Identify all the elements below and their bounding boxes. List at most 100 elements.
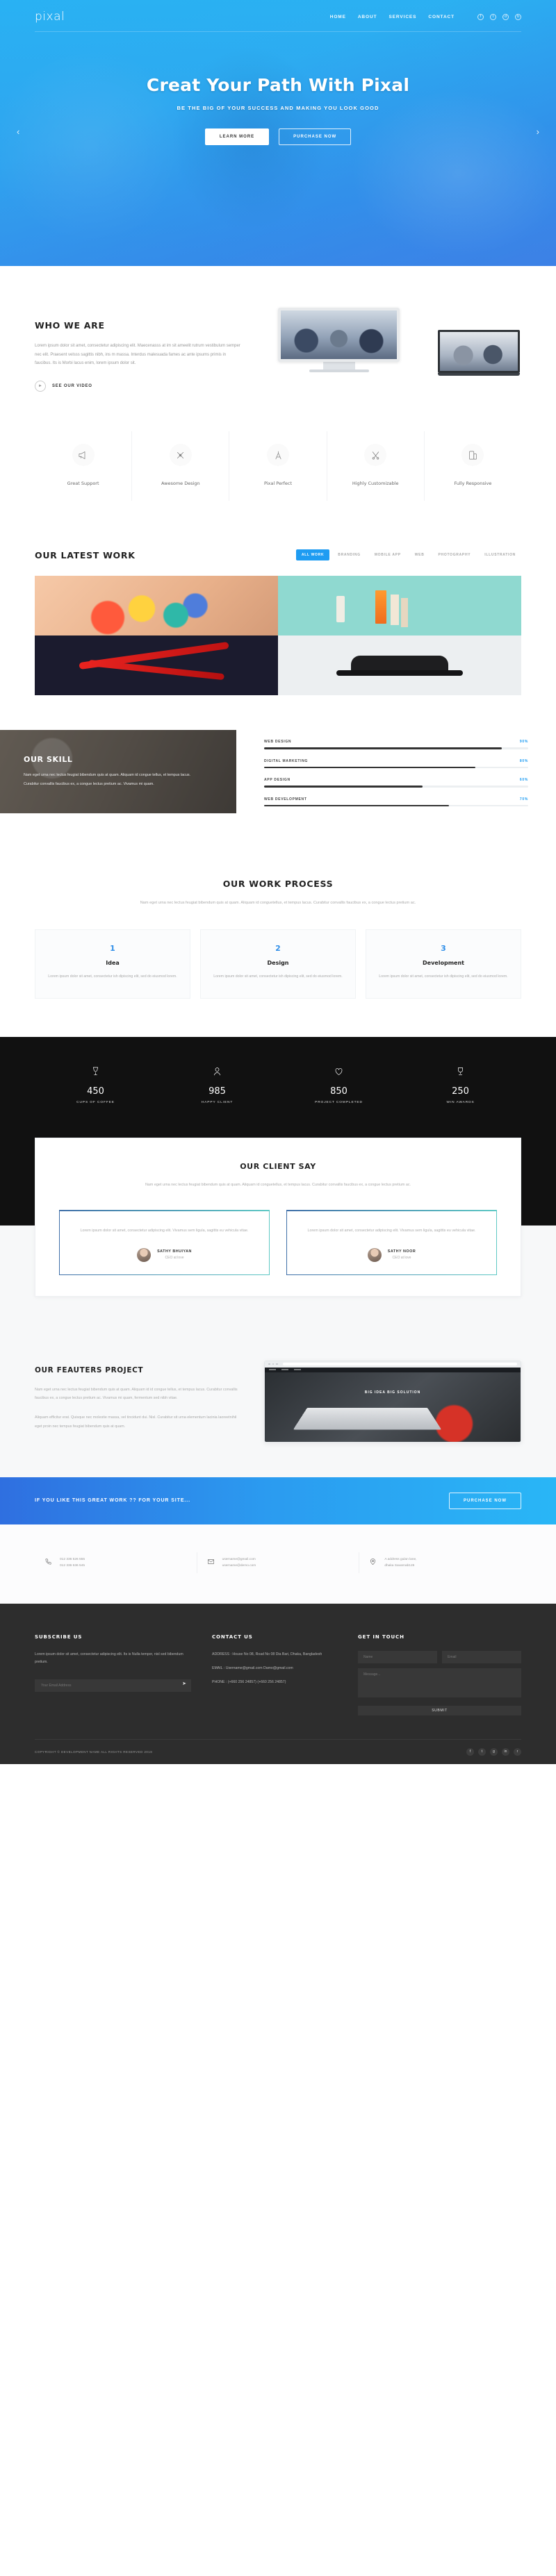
behance-icon[interactable]: b xyxy=(515,13,521,20)
filter-branding[interactable]: BRANDING xyxy=(332,549,366,560)
filter-all-work[interactable]: ALL WORK xyxy=(295,549,330,560)
footer-social-links: f t g in r xyxy=(466,1747,521,1756)
footer-touch-title: GET IN TOUCH xyxy=(358,1634,404,1640)
copyright-text: COPYRIGHT © DEVELOPMENT NAME ALL RIGHTS … xyxy=(35,1750,153,1754)
filter-web[interactable]: WEB xyxy=(409,549,430,560)
contact-cards-section: 012 336 526 555 012 336 636 545 username… xyxy=(0,1524,556,1604)
header-social-links: f t d b xyxy=(477,13,521,20)
contact-line: username@gmail.com xyxy=(222,1557,256,1561)
work-filter-tabs: ALL WORK BRANDING MOBILE APP WEB PHOTOGR… xyxy=(295,549,521,560)
cta-text: IF YOU LIKE THIS GREAT WORK ?? FOR YOUR … xyxy=(35,1498,190,1504)
skill-percent: 60% xyxy=(519,778,528,782)
step-title: Development xyxy=(423,960,464,967)
features-section: Great Support Awesome Design Pixal Perfe… xyxy=(0,419,556,529)
who-we-are-title: WHO WE ARE xyxy=(35,320,105,331)
contact-message-field[interactable] xyxy=(358,1668,521,1697)
feature-highly-customizable[interactable]: Highly Customizable xyxy=(327,431,425,501)
work-item-colorful-hands[interactable] xyxy=(35,576,278,635)
feature-fully-responsive[interactable]: Fully Responsive xyxy=(425,431,521,501)
contact-email-field[interactable] xyxy=(442,1650,521,1663)
dribbble-icon[interactable]: d xyxy=(502,13,509,20)
browser-dot xyxy=(272,1363,274,1365)
skill-percent: 70% xyxy=(519,797,528,801)
hero-title: Creat Your Path With Pixal xyxy=(146,75,410,95)
contact-submit-button[interactable]: SUBMIT xyxy=(358,1705,521,1715)
site-logo[interactable]: pixal xyxy=(35,10,65,24)
process-step-development: 3 Development Lorem ipsum dolor sit amet… xyxy=(366,929,521,999)
feature-label: Fully Responsive xyxy=(454,481,492,486)
slider-next-arrow[interactable]: › xyxy=(537,126,539,137)
counter-project-completed: 850 PROJECT COMPLETED xyxy=(278,1066,400,1104)
testimonial-quote: Lorem ipsum dolor sit amet, consectetur … xyxy=(307,1229,476,1233)
counter-label: PROJECT COMPLETED xyxy=(315,1100,363,1104)
counter-happy-client: 985 HAPPY CLIENT xyxy=(156,1066,278,1104)
megaphone-icon xyxy=(72,444,95,466)
work-item-red-chili[interactable] xyxy=(35,635,278,695)
footer-subscribe-title: SUBSCRIBE US xyxy=(35,1634,83,1640)
step-body: Lorem ipsum dolor sit amet, consectetur … xyxy=(379,974,508,979)
skill-label: DIGITAL MARKETING xyxy=(264,758,309,763)
who-we-are-body: Lorem ipsum dolor sit amet, consectetur … xyxy=(35,344,240,366)
nav-item-home[interactable]: HOME xyxy=(330,15,346,19)
user-icon xyxy=(212,1067,222,1079)
cta-purchase-button[interactable]: PURCHASE NOW xyxy=(448,1492,521,1509)
pin-icon xyxy=(369,1556,377,1569)
laptop-image xyxy=(438,330,520,376)
twitter-icon[interactable]: t xyxy=(478,1747,486,1756)
nav-item-services[interactable]: SERVICES xyxy=(389,15,416,19)
subscribe-send-icon[interactable]: ➤ xyxy=(182,1681,186,1686)
step-title: Idea xyxy=(106,960,120,967)
work-item-desk-supplies[interactable] xyxy=(278,576,521,635)
linkedin-icon[interactable]: in xyxy=(502,1747,509,1756)
step-number: 1 xyxy=(110,944,115,954)
browser-mockup: BIG IDEA BIG SOLUTION xyxy=(264,1360,521,1443)
slider-prev-arrow[interactable]: ‹ xyxy=(17,126,19,137)
facebook-icon[interactable]: f xyxy=(466,1747,474,1756)
testimonial-role: CEO at love xyxy=(392,1256,411,1261)
purchase-now-button[interactable]: PURCHASE NOW xyxy=(279,128,352,145)
footer-contact-column: CONTACT US ADDRESS : House No 08, Road N… xyxy=(212,1634,337,1715)
feature-label: Great Support xyxy=(67,481,99,486)
learn-more-button[interactable]: LEARN MORE xyxy=(204,128,270,145)
filter-photography[interactable]: PHOTOGRAPHY xyxy=(433,549,477,560)
filter-illustration[interactable]: ILLUSTRATION xyxy=(479,549,521,560)
featured-project-p2: Aliquam efficitur erat. Quisque nec mole… xyxy=(35,1415,237,1429)
step-title: Design xyxy=(267,960,289,967)
contact-line: username@demo.com xyxy=(222,1563,256,1568)
subscribe-email-input[interactable] xyxy=(35,1679,191,1692)
site-header: pixal HOME ABOUT SERVICES CONTACT f t d … xyxy=(0,0,556,32)
skill-label: APP DESIGN xyxy=(264,778,291,782)
feature-awesome-design[interactable]: Awesome Design xyxy=(132,431,230,501)
trophy-icon xyxy=(455,1067,466,1079)
counter-win-awards: 250 WIN AWARDS xyxy=(400,1066,521,1104)
filter-mobile-app[interactable]: MOBILE APP xyxy=(369,549,407,560)
feature-pixal-perfect[interactable]: Pixal Perfect xyxy=(229,431,327,501)
twitter-icon[interactable]: t xyxy=(490,13,496,20)
work-item-black-cap[interactable] xyxy=(278,635,521,695)
avatar xyxy=(367,1247,382,1262)
hero-subtitle: BE THE BIG OF YOUR SUCCESS AND MAKING YO… xyxy=(177,105,379,111)
contact-name-field[interactable] xyxy=(358,1650,437,1663)
skill-bar-app-design: APP DESIGN 60% xyxy=(264,778,528,788)
rss-icon[interactable]: r xyxy=(514,1747,521,1756)
featured-project-section: OUR FEAUTERS PROJECT Nam eget urna nec l… xyxy=(0,1328,556,1477)
testimonial-quote: Lorem ipsum dolor sit amet, consectetur … xyxy=(80,1229,249,1233)
feature-label: Highly Customizable xyxy=(352,481,399,486)
testimonial-name: SATHY NOOR xyxy=(387,1249,416,1254)
google-plus-icon[interactable]: g xyxy=(490,1747,498,1756)
latest-work-title: OUR LATEST WORK xyxy=(35,549,136,560)
latest-work-section: OUR LATEST WORK ALL WORK BRANDING MOBILE… xyxy=(0,529,556,730)
feature-great-support[interactable]: Great Support xyxy=(35,431,133,501)
testimonial-card: Lorem ipsum dolor sit amet, consectetur … xyxy=(286,1210,497,1275)
skill-bar-web-design: WEB DESIGN 90% xyxy=(264,740,528,749)
see-our-video-link[interactable]: ► SEE OUR VIDEO xyxy=(35,380,243,392)
contact-card-address: A address gulan lane, dhaka Savarnab126 xyxy=(359,1552,521,1573)
browser-url-bar xyxy=(282,1363,517,1366)
nav-item-contact[interactable]: CONTACT xyxy=(428,15,455,19)
facebook-icon[interactable]: f xyxy=(477,13,484,20)
skill-label: WEB DEVELOPMENT xyxy=(264,797,307,801)
desktop-monitor-image xyxy=(278,308,400,372)
skill-bar-web-development: WEB DEVELOPMENT 70% xyxy=(264,797,528,806)
nav-item-about[interactable]: ABOUT xyxy=(358,15,377,19)
footer-contact-title: CONTACT US xyxy=(212,1634,253,1640)
